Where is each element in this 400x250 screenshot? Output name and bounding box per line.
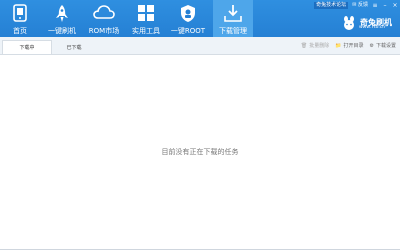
forum-link[interactable]: 奇兔技术论坛 — [314, 2, 349, 9]
folder-icon: 📁 — [335, 42, 342, 49]
gear-icon: ⚙ — [369, 42, 374, 49]
download-settings-button[interactable]: ⚙ 下载设置 — [369, 42, 397, 50]
open-folder-button[interactable]: 📁 打开目录 — [335, 42, 364, 50]
shield-icon — [181, 5, 195, 22]
brand-logo: 奇兔刷机 www.7to.cn — [341, 16, 392, 30]
nav-download-manager[interactable]: 下载管理 — [213, 0, 253, 37]
nav-one-click-root[interactable]: 一键ROOT — [168, 0, 208, 37]
nav-download-manager-label: 下载管理 — [219, 27, 247, 35]
title-bar-right: 奇兔技术论坛 ✉ 反馈 ≡ – × — [314, 2, 398, 9]
top-toolbar: 首页 一键刷机 ROM市场 实用工具 一键ROOT 下载管理 奇兔技术论坛 ✉ … — [0, 0, 400, 37]
download-tabs: 下载中 已下载 🗑 批量删除 📁 打开目录 ⚙ 下载设置 — [0, 37, 400, 55]
close-icon[interactable]: × — [392, 2, 398, 9]
download-icon — [224, 5, 242, 22]
feedback-icon: ✉ — [352, 2, 357, 8]
phone-icon — [13, 4, 27, 22]
nav-home[interactable]: 首页 — [0, 0, 40, 37]
trash-icon: 🗑 — [300, 42, 308, 49]
tab-downloaded[interactable]: 已下载 — [50, 41, 98, 54]
nav-tools[interactable]: 实用工具 — [126, 0, 166, 37]
nav-home-label: 首页 — [13, 27, 27, 35]
feedback-label: 反馈 — [357, 2, 368, 8]
tab-downloading-label: 下载中 — [19, 45, 35, 51]
nav-rom-market-label: ROM市场 — [88, 27, 120, 35]
batch-delete-button[interactable]: 🗑 批量删除 — [300, 42, 330, 50]
grid-icon — [138, 5, 154, 21]
nav-one-click-flash-label: 一键刷机 — [48, 27, 76, 35]
rabbit-logo-icon — [344, 16, 354, 30]
nav-one-click-flash[interactable]: 一键刷机 — [42, 0, 82, 37]
nav-rom-market[interactable]: ROM市场 — [84, 0, 124, 37]
empty-state-message: 目前没有正在下载的任务 — [161, 148, 239, 156]
tab-downloading[interactable]: 下载中 — [2, 40, 52, 54]
minimize-icon[interactable]: – — [382, 2, 388, 9]
feedback-link[interactable]: ✉ 反馈 — [352, 2, 368, 9]
rocket-icon — [56, 5, 68, 22]
tab-downloaded-label: 已下载 — [66, 45, 82, 51]
open-folder-label: 打开目录 — [343, 43, 364, 49]
menu-icon[interactable]: ≡ — [372, 2, 378, 9]
nav-tools-label: 实用工具 — [132, 27, 160, 35]
batch-delete-label: 批量删除 — [309, 43, 330, 49]
download-tools: 🗑 批量删除 📁 打开目录 ⚙ 下载设置 — [300, 42, 397, 50]
nav-one-click-root-label: 一键ROOT — [170, 27, 206, 35]
brand-url: www.7to.cn — [359, 25, 386, 30]
cloud-icon — [93, 5, 115, 19]
download-settings-label: 下载设置 — [375, 43, 396, 49]
